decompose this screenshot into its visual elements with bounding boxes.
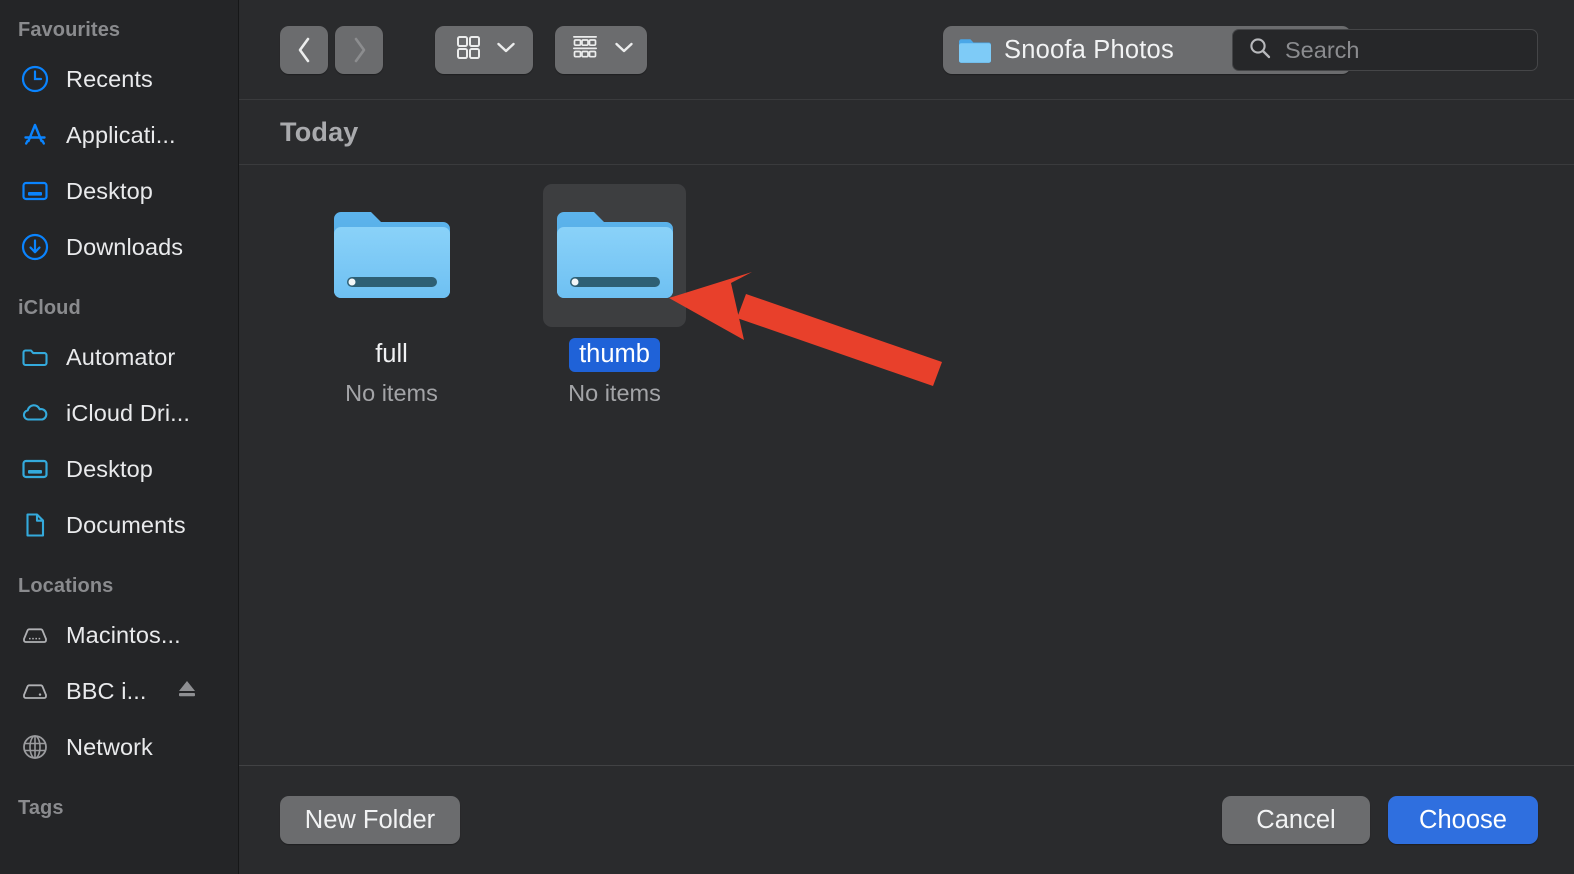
sidebar-item-documents[interactable]: Documents xyxy=(0,497,238,553)
internal-drive-icon xyxy=(20,620,50,650)
sidebar-item-icloud-drive[interactable]: iCloud Dri... xyxy=(0,385,238,441)
file-item-full[interactable]: full No items xyxy=(280,184,503,407)
sidebar-item-recents[interactable]: Recents xyxy=(0,51,238,107)
file-icon-wrap xyxy=(320,184,463,327)
search-icon xyxy=(1248,36,1272,65)
footer-actions: Cancel Choose xyxy=(1222,796,1574,844)
folder-outline-icon xyxy=(20,342,50,372)
download-circle-icon xyxy=(20,232,50,262)
app-store-icon xyxy=(20,120,50,150)
chevron-down-icon xyxy=(614,41,634,59)
desktop-icon xyxy=(20,176,50,206)
sidebar-section-icloud-title: iCloud xyxy=(18,297,81,319)
search-field[interactable]: Search xyxy=(1232,29,1538,71)
file-grid: full No items thumb No items xyxy=(239,165,1574,735)
globe-icon xyxy=(20,732,50,762)
content-pane: Snoofa Photos Search Today full No items… xyxy=(239,0,1574,874)
footer: New Folder Cancel Choose xyxy=(239,766,1574,874)
folder-icon xyxy=(333,211,450,298)
file-name-label: thumb xyxy=(569,338,660,373)
forward-button[interactable] xyxy=(335,25,383,74)
sidebar-item-label: Downloads xyxy=(66,233,184,260)
back-button[interactable] xyxy=(280,25,328,74)
view-mode-button[interactable] xyxy=(435,25,533,74)
open-file-dialog: Favourites Recents Applicati... Desktop xyxy=(0,0,1574,874)
sidebar-item-label: Macintos... xyxy=(66,621,181,648)
group-by-button[interactable] xyxy=(555,25,647,74)
folder-icon xyxy=(958,36,992,64)
sidebar-item-downloads[interactable]: Downloads xyxy=(0,219,238,275)
sidebar-item-label: Recents xyxy=(66,65,153,92)
sidebar-item-bbc-drive[interactable]: BBC i... xyxy=(0,663,238,719)
choose-button[interactable]: Choose xyxy=(1388,796,1538,844)
cancel-button[interactable]: Cancel xyxy=(1222,796,1370,844)
file-name-label: full xyxy=(375,340,408,368)
toolbar: Snoofa Photos Search xyxy=(239,0,1574,99)
sidebar-section-favourites-title: Favourites xyxy=(18,19,121,41)
sidebar-item-label: Automator xyxy=(66,343,176,370)
sidebar-item-desktop[interactable]: Desktop xyxy=(0,163,238,219)
sidebar-section-locations-title: Locations xyxy=(18,575,114,597)
cloud-icon xyxy=(20,398,50,428)
sidebar-item-label: Documents xyxy=(66,511,186,538)
grid-view-icon xyxy=(453,32,483,67)
sidebar: Favourites Recents Applicati... Desktop xyxy=(0,0,239,874)
sidebar-item-label: iCloud Dri... xyxy=(66,399,191,426)
file-subtitle-label: No items xyxy=(345,380,438,407)
sidebar-item-macintosh-hd[interactable]: Macintos... xyxy=(0,607,238,663)
sidebar-item-label: Applicati... xyxy=(66,121,176,148)
file-item-thumb[interactable]: thumb No items xyxy=(503,184,726,407)
group-by-icon xyxy=(569,32,601,67)
group-header-title: Today xyxy=(280,116,359,147)
sidebar-item-label: Network xyxy=(66,733,153,760)
folder-icon xyxy=(556,211,673,298)
sidebar-item-label: Desktop xyxy=(66,177,153,204)
eject-icon[interactable] xyxy=(174,676,200,706)
document-icon xyxy=(20,510,50,540)
external-drive-icon xyxy=(20,676,50,706)
sidebar-item-automator[interactable]: Automator xyxy=(0,329,238,385)
search-input[interactable]: Search xyxy=(1285,37,1359,64)
chevron-down-icon xyxy=(496,41,516,59)
sidebar-section-tags-title: Tags xyxy=(18,797,64,819)
sidebar-item-network[interactable]: Network xyxy=(0,719,238,775)
path-popup-label: Snoofa Photos xyxy=(1004,35,1174,64)
file-icon-wrap xyxy=(543,184,686,327)
sidebar-item-label: Desktop xyxy=(66,455,153,482)
group-header: Today xyxy=(239,100,1574,164)
new-folder-button[interactable]: New Folder xyxy=(280,796,460,844)
file-subtitle-label: No items xyxy=(568,380,661,407)
desktop-icon xyxy=(20,454,50,484)
nav-button-group xyxy=(280,25,383,74)
sidebar-item-desktop-icloud[interactable]: Desktop xyxy=(0,441,238,497)
sidebar-item-applications[interactable]: Applicati... xyxy=(0,107,238,163)
clock-icon xyxy=(20,64,50,94)
sidebar-item-label: BBC i... xyxy=(66,677,147,704)
